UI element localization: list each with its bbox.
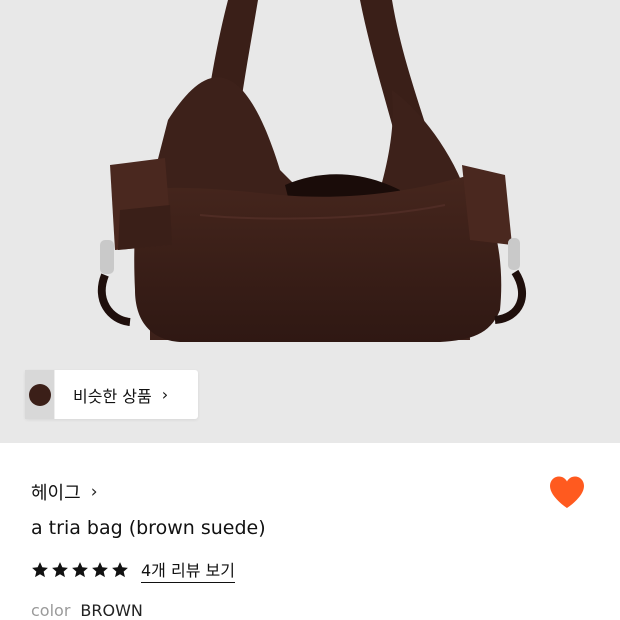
- star-icon: [72, 562, 88, 578]
- star-icon: [112, 562, 128, 578]
- reviews-link[interactable]: 4개 리뷰 보기: [141, 557, 235, 583]
- similar-products-button[interactable]: 비슷한 상품 ›: [25, 370, 198, 419]
- star-icon: [32, 562, 48, 578]
- similar-thumbnail: [25, 370, 55, 419]
- color-label: color: [31, 601, 71, 620]
- chevron-right-icon: ›: [161, 385, 169, 404]
- product-info: 헤이그 › a tria bag (brown suede) 4개 리뷰 보기 …: [0, 443, 620, 620]
- star-icon: [52, 562, 68, 578]
- color-value: BROWN: [80, 601, 143, 620]
- similar-products-label: 비슷한 상품: [73, 386, 152, 406]
- brand-link[interactable]: 헤이그 ›: [31, 479, 98, 505]
- rating-row: 4개 리뷰 보기: [31, 557, 235, 583]
- brand-name: 헤이그: [31, 483, 81, 504]
- star-icon: [92, 562, 108, 578]
- chevron-right-icon: ›: [90, 482, 98, 502]
- heart-icon[interactable]: [548, 475, 586, 509]
- product-image[interactable]: 비슷한 상품 ›: [0, 0, 620, 443]
- product-title: a tria bag (brown suede): [31, 517, 266, 539]
- star-rating: [31, 561, 129, 579]
- color-row: color BROWN: [31, 601, 143, 620]
